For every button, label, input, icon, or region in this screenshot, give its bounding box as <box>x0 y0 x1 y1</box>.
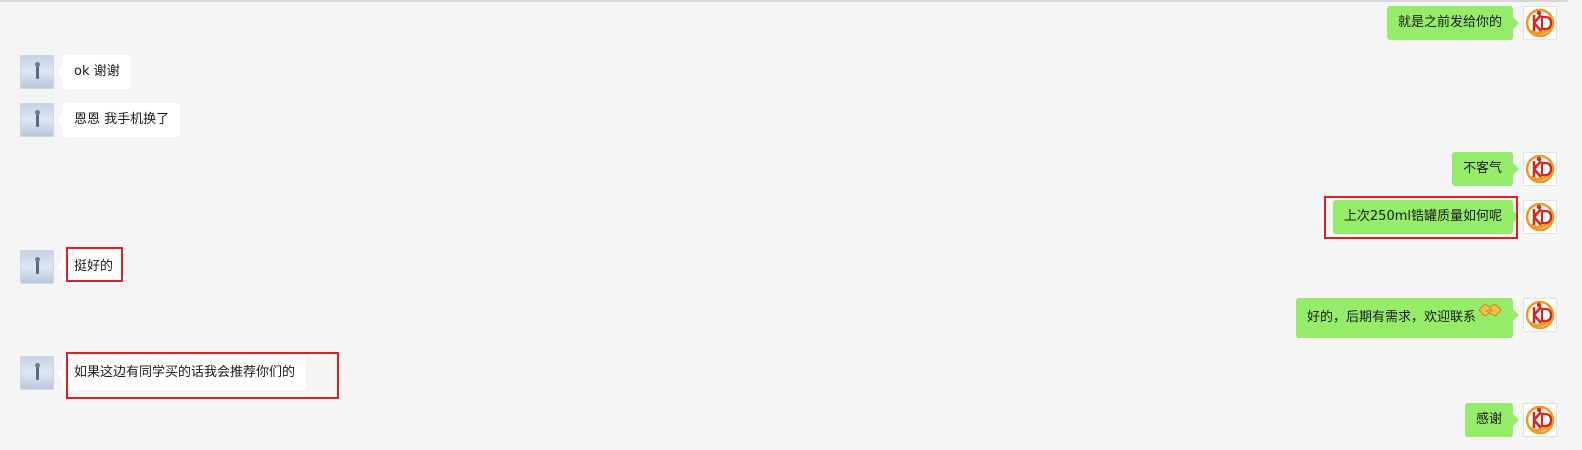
kd-logo-icon <box>1525 300 1555 330</box>
message-text: 感谢 <box>1475 412 1502 427</box>
contact-avatar[interactable] <box>20 103 54 137</box>
message-bubble-outgoing[interactable]: 感谢 <box>1464 403 1520 437</box>
message-text: 好的，后期有需求，欢迎联系 <box>1306 310 1476 325</box>
kd-logo-icon <box>1525 405 1555 435</box>
message-text: 就是之前发给你的 <box>1397 15 1502 30</box>
message-text: 不客气 <box>1462 161 1502 176</box>
message-bubble-incoming[interactable]: ok 谢谢 <box>57 55 131 89</box>
highlight-box <box>66 352 339 399</box>
highlight-box <box>66 247 123 282</box>
kd-logo-icon <box>1525 8 1555 38</box>
top-border <box>0 0 1582 2</box>
message-bubble-outgoing[interactable]: 好的，后期有需求，欢迎联系 <box>1295 296 1520 338</box>
message-bubble-incoming[interactable]: 恩恩 我手机换了 <box>56 103 181 137</box>
kd-logo-avatar[interactable] <box>1523 6 1557 40</box>
contact-avatar[interactable] <box>20 55 54 89</box>
message-text: 恩恩 我手机换了 <box>74 112 170 127</box>
message-bubble-outgoing[interactable]: 不客气 <box>1451 152 1520 186</box>
kd-logo-avatar[interactable] <box>1523 152 1557 186</box>
kd-logo-avatar[interactable] <box>1523 298 1557 332</box>
contact-avatar[interactable] <box>20 250 54 284</box>
kd-logo-avatar[interactable] <box>1523 403 1557 437</box>
kd-logo-icon <box>1525 202 1555 232</box>
contact-avatar[interactable] <box>20 356 54 390</box>
scrollbar[interactable] <box>1568 0 1582 450</box>
kd-logo-icon <box>1525 154 1555 184</box>
message-bubble-outgoing[interactable]: 就是之前发给你的 <box>1386 6 1520 40</box>
kd-logo-avatar[interactable] <box>1523 200 1557 234</box>
message-text: ok 谢谢 <box>74 64 120 79</box>
highlight-box <box>1324 196 1518 239</box>
handshake-icon <box>1478 296 1502 336</box>
